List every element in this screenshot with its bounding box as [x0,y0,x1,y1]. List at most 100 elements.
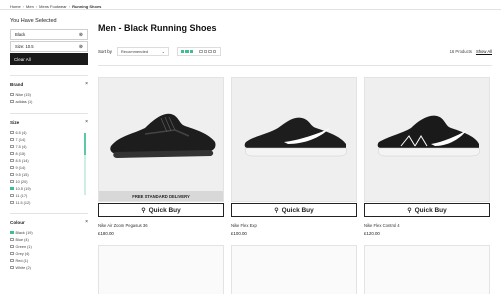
selected-filter-chip-size[interactable]: Size: 10.5 ⊗ [10,41,88,52]
filter-option-label: White (2) [15,265,31,270]
filter-option[interactable]: 10.5 (19) [10,185,88,192]
remove-filter-icon[interactable]: ⊗ [79,44,83,50]
product-card[interactable]: ⚲ Quick Buy Nike Flex Control 4 £120.00 [364,77,490,236]
four-column-view-button[interactable] [199,49,217,54]
filter-option[interactable]: 6.5 (4) [10,129,88,136]
filter-option[interactable]: Grey (4) [10,250,88,257]
checkbox-icon[interactable] [10,200,14,205]
filter-option-label: 11 (17) [15,193,28,198]
running-shoe-image [244,117,347,157]
filter-option[interactable]: Red (1) [10,257,88,264]
filter-option[interactable]: Black (19) [10,229,88,236]
product-card[interactable] [364,245,490,294]
checkbox-icon[interactable] [10,144,14,149]
colour-filter-title: Colour [10,219,25,225]
show-all-link[interactable]: Show All [476,49,492,54]
brand-filter-header[interactable]: Brand × [10,81,88,87]
product-name[interactable]: Nike Air Zoom Pegasus 36 [98,223,224,228]
product-price: £120.00 [364,231,380,236]
selected-filter-chip-black[interactable]: Black ⊗ [10,29,88,40]
checkbox-icon[interactable] [10,193,14,198]
grid-view-toggle [176,46,222,57]
product-price: £100.00 [231,231,247,236]
search-icon: ⚲ [274,207,279,214]
filter-option[interactable]: Nike (15) [10,91,88,98]
filter-option[interactable]: White (2) [10,264,88,271]
checkbox-icon[interactable] [10,265,14,270]
size-list-scroll-thumb[interactable] [84,133,86,155]
product-card[interactable]: ⚲ Quick Buy Nike Flex Exp £100.00 [231,77,357,236]
filter-option-label: 11.5 (12) [15,200,31,205]
filter-option[interactable]: 10 (20) [10,178,88,185]
quick-buy-button[interactable]: ⚲ Quick Buy [98,203,224,217]
checkbox-icon[interactable] [10,92,14,97]
search-icon: ⚲ [407,207,412,214]
brand-filter-title: Brand [10,81,24,87]
breadcrumb-current: Running Shoes [72,3,102,9]
checkbox-icon[interactable] [10,137,14,142]
sort-dropdown[interactable]: Recommended ⌄ [116,47,169,56]
filter-option[interactable]: 9.5 (15) [10,171,88,178]
filter-option[interactable]: 12 (9) [10,206,88,207]
filter-option-label: 8.5 (14) [15,158,29,163]
breadcrumb-men[interactable]: Men [26,4,34,9]
colour-filter-header[interactable]: Colour × [10,219,88,225]
product-image[interactable]: FREE STANDARD DELIVERY [98,77,224,202]
breadcrumb-separator: › [68,3,71,9]
filter-option-label: 9 (14) [15,165,26,170]
filter-option[interactable]: 7.5 (4) [10,143,88,150]
checkbox-checked-icon[interactable] [10,186,14,191]
breadcrumb-home[interactable]: Home [10,4,21,9]
filter-option[interactable]: 8 (15) [10,150,88,157]
checkbox-checked-icon[interactable] [10,230,14,235]
remove-filter-icon[interactable]: ⊗ [79,32,83,38]
filter-option[interactable]: 11.5 (12) [10,199,88,206]
product-image[interactable] [231,77,357,202]
checkbox-icon[interactable] [10,151,14,156]
product-image[interactable] [364,77,490,202]
checkbox-icon[interactable] [10,130,14,135]
filter-option-label: adidas (1) [15,99,33,104]
filter-option[interactable]: 8.5 (14) [10,157,88,164]
filter-option-label: 8 (15) [15,151,26,156]
three-column-view-button[interactable] [180,49,195,54]
checkbox-icon[interactable] [10,251,14,256]
product-card[interactable] [98,245,224,294]
product-card[interactable] [231,245,357,294]
filter-option-label: Nike (15) [15,92,31,97]
collapse-icon[interactable]: × [85,119,88,125]
clear-all-button[interactable]: Clear All [10,53,88,65]
checkbox-icon[interactable] [10,165,14,170]
filter-option-label: 10 (20) [15,179,28,184]
product-name[interactable]: Nike Flex Exp [231,223,357,228]
quick-buy-button[interactable]: ⚲ Quick Buy [364,203,490,217]
checkbox-icon[interactable] [10,244,14,249]
checkbox-icon[interactable] [10,172,14,177]
filter-sidebar: You Have Selected Black ⊗ Size: 10.5 ⊗ C… [10,18,88,271]
sort-label: Sort by [98,49,112,54]
brand-filter: Brand × Nike (15) adidas (1) [10,75,88,105]
filter-option[interactable]: 11 (17) [10,192,88,199]
quick-buy-button[interactable]: ⚲ Quick Buy [231,203,357,217]
collapse-icon[interactable]: × [85,219,88,225]
checkbox-icon[interactable] [10,258,14,263]
checkbox-icon[interactable] [10,237,14,242]
filter-option[interactable]: 7 (14) [10,136,88,143]
filter-option-label: Black (19) [15,230,33,235]
toolbar-divider [98,65,492,66]
chevron-down-icon: ⌄ [161,49,165,54]
collapse-icon[interactable]: × [85,81,88,87]
checkbox-icon[interactable] [10,99,14,104]
filter-option-label: 6.5 (4) [15,130,27,135]
product-card[interactable]: FREE STANDARD DELIVERY ⚲ Quick Buy Nike … [98,77,224,236]
checkbox-icon[interactable] [10,179,14,184]
checkbox-icon[interactable] [10,158,14,163]
product-name[interactable]: Nike Flex Control 4 [364,223,490,228]
filter-option[interactable]: adidas (1) [10,98,88,105]
size-filter-header[interactable]: Size × [10,119,88,125]
filter-option[interactable]: Blue (4) [10,236,88,243]
filter-option-label: Green (1) [15,244,32,249]
filter-option[interactable]: 9 (14) [10,164,88,171]
filter-option[interactable]: Green (1) [10,243,88,250]
breadcrumb-mens-footwear[interactable]: Mens Footwear [39,4,67,9]
